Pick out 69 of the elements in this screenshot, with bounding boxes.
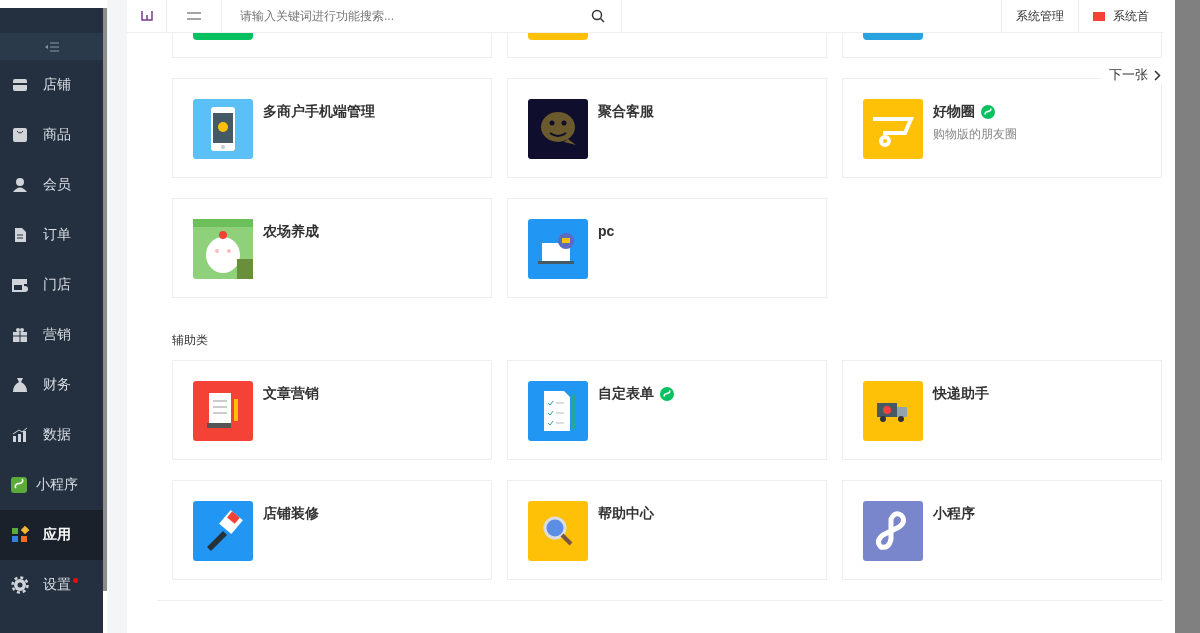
app-title: 聚合客服 — [598, 103, 654, 121]
app-card[interactable]: 帮助中心 — [507, 480, 827, 580]
logo-icon — [140, 11, 153, 21]
app-title: 自定表单 — [598, 385, 654, 403]
app-title: 小程序 — [933, 505, 975, 523]
chevron-right-icon — [1154, 69, 1161, 81]
app-title: 多商户手机端管理 — [263, 103, 375, 121]
chick-icon — [193, 219, 253, 279]
app-title: 文章营销 — [263, 385, 319, 403]
sidebar-item[interactable]: 店铺 — [0, 60, 103, 110]
header-link[interactable]: 系统管理 — [1001, 0, 1078, 32]
menu-icon[interactable] — [187, 12, 201, 20]
app-card[interactable] — [842, 33, 1162, 58]
gear-icon — [11, 576, 29, 594]
app-card[interactable]: 多商户手机端管理 — [172, 78, 492, 178]
sidebar-item[interactable]: 订单 — [0, 210, 103, 260]
sidebar-item[interactable]: 商品 — [0, 110, 103, 160]
sidebar-item[interactable]: 数据 — [0, 410, 103, 460]
search-icon[interactable] — [591, 9, 605, 23]
shop-icon — [11, 276, 29, 294]
cart-icon — [863, 99, 923, 159]
app-card[interactable]: 文章营销 — [172, 360, 492, 460]
bag-icon — [11, 126, 29, 144]
laptop-icon — [528, 219, 588, 279]
magnifier-icon — [528, 501, 588, 561]
sidebar-item[interactable]: 门店 — [0, 260, 103, 310]
truck-icon — [863, 381, 923, 441]
gift-icon — [11, 326, 29, 344]
chat-bubble-icon — [528, 99, 588, 159]
user-icon — [11, 176, 29, 194]
chart-icon — [11, 426, 29, 444]
app-card[interactable] — [507, 33, 827, 58]
app-title: 店铺装修 — [263, 505, 319, 523]
paintbrush-icon — [193, 501, 253, 561]
app-card[interactable]: 农场养成 — [172, 198, 492, 298]
app-title: pc — [598, 223, 615, 239]
form-icon — [528, 381, 588, 441]
sidebar-item[interactable]: 财务 — [0, 360, 103, 410]
next-slide-link[interactable]: 下一张 — [1101, 66, 1165, 84]
store-icon — [11, 76, 29, 94]
phone-icon — [193, 99, 253, 159]
sidebar-item[interactable]: 会员 — [0, 160, 103, 210]
app-card[interactable]: 自定表单 — [507, 360, 827, 460]
flag-icon — [1093, 11, 1105, 21]
app-title: 好物圈 — [933, 103, 975, 121]
app-card[interactable]: 小程序 — [842, 480, 1162, 580]
sidebar-item[interactable]: 应用 — [0, 510, 103, 560]
sidebar-item[interactable]: 设置 — [0, 560, 103, 610]
app-card[interactable] — [172, 33, 492, 58]
mini-program-icon — [981, 105, 995, 119]
app-title: 快递助手 — [933, 385, 989, 403]
money-icon — [11, 376, 29, 394]
mini-program-icon — [863, 501, 923, 561]
app-title: 农场养成 — [263, 223, 319, 241]
apps-icon — [11, 526, 29, 544]
scroll-icon — [193, 381, 253, 441]
app-description: 购物版的朋友圈 — [933, 126, 1017, 143]
app-card[interactable]: 店铺装修 — [172, 480, 492, 580]
search-field[interactable]: 请输入关键词进行功能搜索... — [238, 8, 591, 24]
sidebar-item[interactable]: 小程序 — [0, 460, 103, 510]
app-title: 帮助中心 — [598, 505, 654, 523]
app-card[interactable]: 聚合客服 — [507, 78, 827, 178]
collapse-menu-icon[interactable] — [44, 41, 59, 52]
mini-icon — [10, 476, 28, 494]
sidebar-item[interactable]: 营销 — [0, 310, 103, 360]
app-card[interactable]: pc — [507, 198, 827, 298]
mini-program-icon — [660, 387, 674, 401]
app-card[interactable]: 快递助手 — [842, 360, 1162, 460]
section-title: 辅助类 — [172, 332, 209, 349]
